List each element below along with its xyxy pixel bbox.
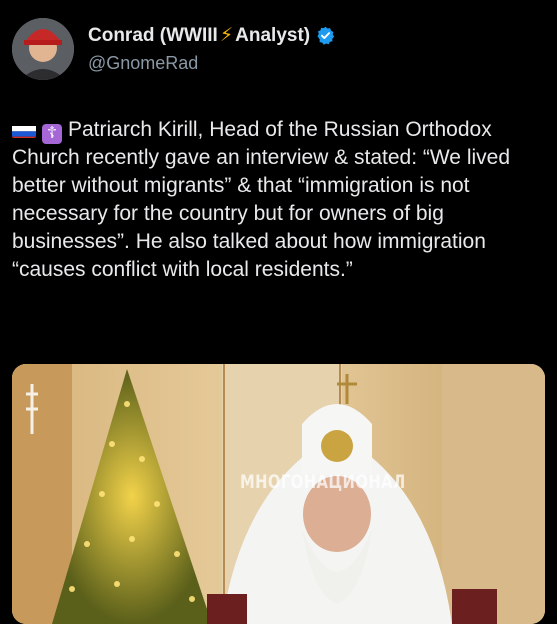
russia-flag-icon <box>12 122 36 138</box>
video-caption: МНОГОНАЦИОНАЛ <box>240 471 406 493</box>
author-handle[interactable]: @GnomeRad <box>88 53 198 74</box>
author-name-suffix: Analyst) <box>235 24 311 46</box>
author-name[interactable]: Conrad (WWIII ⚡ Analyst) <box>88 24 335 47</box>
orthodox-cross-icon: ☦ <box>42 124 62 144</box>
tweet-text: ☦ Patriarch Kirill, Head of the Russian O… <box>12 116 547 284</box>
lightning-icon: ⚡ <box>219 25 234 46</box>
tweet: Conrad (WWIII ⚡ Analyst) @GnomeRad ☦ Patr… <box>0 0 557 624</box>
verified-badge-icon <box>316 26 335 45</box>
author-name-prefix: Conrad (WWIII <box>88 24 218 46</box>
tweet-body: Patriarch Kirill, Head of the Russian Or… <box>12 118 511 281</box>
avatar[interactable] <box>12 18 74 80</box>
video-thumbnail[interactable]: МНОГОНАЦИОНАЛ <box>12 364 545 624</box>
